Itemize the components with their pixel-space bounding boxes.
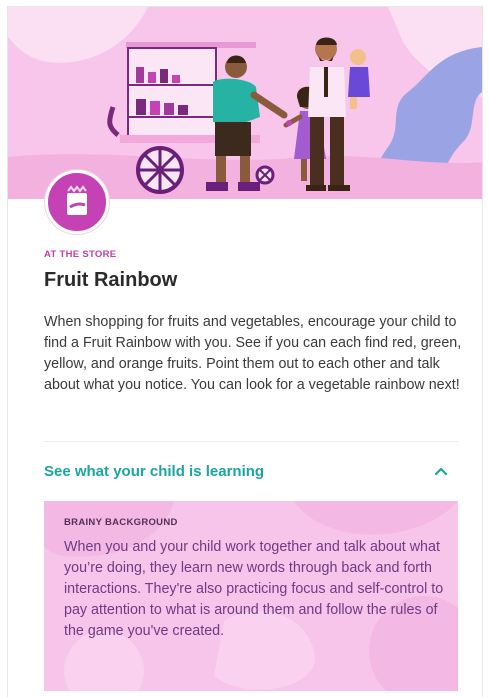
panel-heading: BRAINY BACKGROUND: [64, 517, 178, 528]
activity-title: Fruit Rainbow: [44, 269, 178, 291]
activity-category: AT THE STORE: [44, 249, 117, 260]
brainy-background-panel: BRAINY BACKGROUND When you and your chil…: [44, 501, 458, 691]
panel-body: When you and your child work together an…: [64, 539, 444, 639]
category-badge: [45, 170, 109, 234]
shopping-bag-icon: [67, 185, 87, 215]
chevron-up-icon[interactable]: [432, 463, 450, 481]
learning-toggle[interactable]: See what your child is learning: [44, 454, 458, 494]
section-divider: [44, 441, 458, 442]
learning-toggle-label: See what your child is learning: [44, 463, 265, 480]
activity-card: AT THE STORE Fruit Rainbow When shopping…: [7, 6, 483, 697]
activity-description: When shopping for fruits and vegetables,…: [44, 314, 462, 393]
